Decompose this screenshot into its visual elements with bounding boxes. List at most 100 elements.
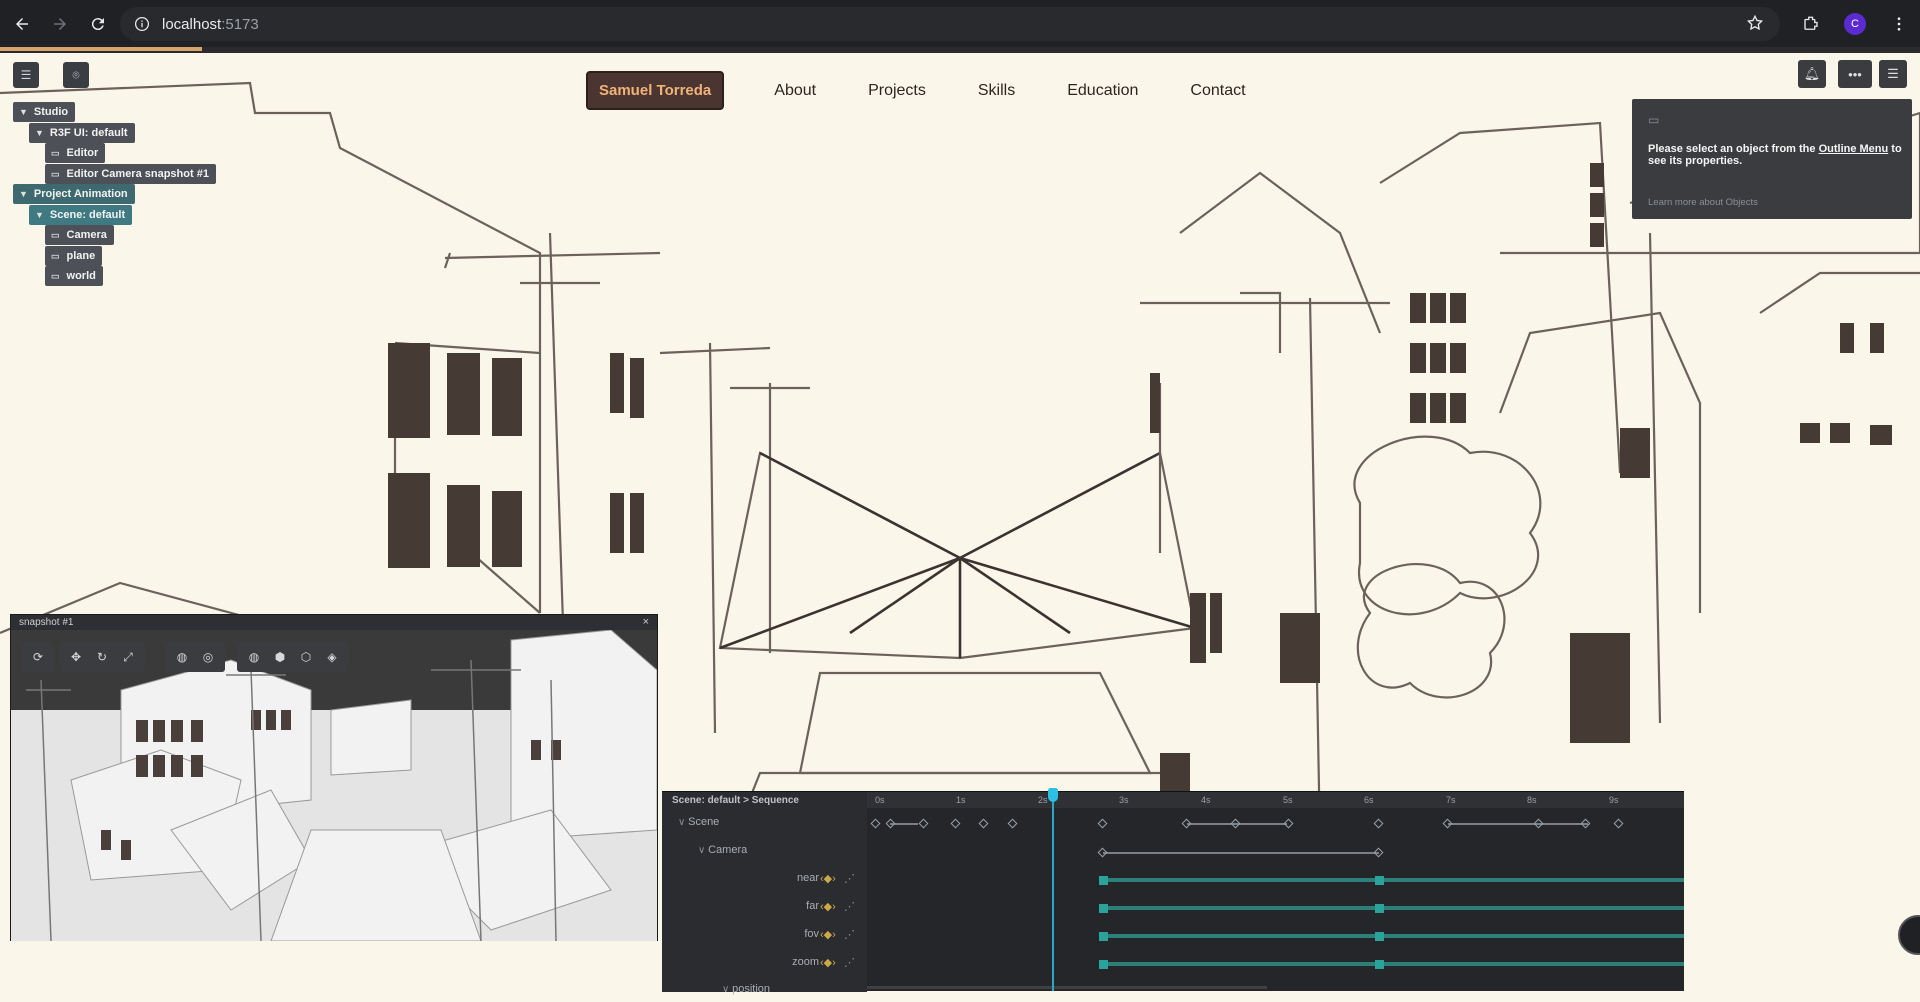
camera-snapshot-icon[interactable]: ⌾ xyxy=(63,62,89,88)
near-keyframe[interactable] xyxy=(1099,876,1108,885)
keyframe-nav-icon[interactable]: ‹◆› xyxy=(820,900,836,913)
outline-menu-link[interactable]: Outline Menu xyxy=(1819,143,1889,155)
nav-education[interactable]: Education xyxy=(1067,82,1138,100)
nav-about[interactable]: About xyxy=(774,82,816,100)
nav-projects[interactable]: Projects xyxy=(868,82,926,100)
kebab-menu-icon[interactable] xyxy=(1886,11,1912,37)
camera-keyframe[interactable] xyxy=(1373,847,1384,858)
back-icon[interactable] xyxy=(10,12,34,36)
chevron-down-icon: ∨ xyxy=(698,845,709,856)
playhead-line[interactable] xyxy=(1052,791,1054,991)
outline-item-plane[interactable]: ▭ plane xyxy=(45,246,103,266)
fov-keyframe[interactable] xyxy=(1375,932,1384,941)
world-space-icon[interactable]: ◍ xyxy=(169,644,195,670)
scene-segment[interactable] xyxy=(1448,823,1588,825)
bookmark-star-icon[interactable] xyxy=(1746,14,1764,37)
nav-skills[interactable]: Skills xyxy=(978,82,1015,100)
graph-editor-icon[interactable]: ⋰ xyxy=(844,956,855,969)
zoom-keyframe[interactable] xyxy=(1099,960,1108,969)
move-icon[interactable]: ✥ xyxy=(63,644,89,670)
zoom-keyframe[interactable] xyxy=(1375,960,1384,969)
track-camera[interactable]: ∨ Camera xyxy=(698,844,747,856)
outline-toggle-icon[interactable]: ☰ xyxy=(13,62,39,88)
scale-icon[interactable]: ⤢ xyxy=(115,644,141,670)
close-icon[interactable]: × xyxy=(643,615,649,630)
track-fov[interactable]: fov xyxy=(804,928,819,940)
forward-icon[interactable] xyxy=(48,12,72,36)
url-text: localhost:5173 xyxy=(162,16,259,33)
scene-keyframe[interactable] xyxy=(1613,818,1624,829)
camera-keyframe[interactable] xyxy=(1097,847,1108,858)
render-cube-icon[interactable]: ◈ xyxy=(319,644,345,670)
outline-item-camera[interactable]: ▭ Camera xyxy=(45,225,114,245)
track-position[interactable]: ∨ position xyxy=(722,983,770,995)
scene-keyframe[interactable] xyxy=(1097,818,1108,829)
globe-shading-icon[interactable]: ◍ xyxy=(241,644,267,670)
reload-icon[interactable] xyxy=(86,12,110,36)
avatar-letter: C xyxy=(1844,12,1866,35)
scene-keyframe[interactable] xyxy=(978,818,989,829)
wire-cube-icon[interactable]: ⬡ xyxy=(293,644,319,670)
profile-avatar[interactable]: C xyxy=(1842,11,1868,37)
outline-item-world[interactable]: ▭ world xyxy=(45,266,103,286)
graph-editor-icon[interactable]: ⋰ xyxy=(844,872,855,885)
graph-editor-icon[interactable]: ⋰ xyxy=(844,928,855,941)
outline-item-studio[interactable]: ▼ Studio xyxy=(13,102,76,122)
near-track-bar[interactable] xyxy=(1104,878,1684,882)
scene-keyframe[interactable] xyxy=(1181,818,1192,829)
track-scene[interactable]: ∨ Scene xyxy=(678,816,719,828)
scene-keyframe[interactable] xyxy=(950,818,961,829)
ruler-tick: 5s xyxy=(1283,795,1293,805)
scene-keyframe[interactable] xyxy=(885,818,896,829)
track-zoom[interactable]: zoom xyxy=(792,956,819,968)
outline-label: Editor Camera snapshot #1 xyxy=(66,168,209,180)
near-keyframe[interactable] xyxy=(1375,876,1384,885)
more-options-icon[interactable]: ••• xyxy=(1838,60,1872,88)
scene-keyframe[interactable] xyxy=(870,818,881,829)
scene-keyframe[interactable] xyxy=(1533,818,1544,829)
track-near[interactable]: near xyxy=(797,872,819,884)
graph-editor-icon[interactable]: ⋰ xyxy=(844,900,855,913)
brand-button[interactable]: Samuel Torreda xyxy=(586,71,725,110)
outline-item-editor-camera-snapshot[interactable]: ▭ Editor Camera snapshot #1 xyxy=(45,164,216,184)
address-bar[interactable]: localhost:5173 xyxy=(120,7,1780,41)
scene-keyframe[interactable] xyxy=(1442,818,1453,829)
camera-segment[interactable] xyxy=(1103,852,1379,854)
extensions-icon[interactable] xyxy=(1798,11,1824,37)
scene-keyframe[interactable] xyxy=(918,818,929,829)
notifications-bell-icon[interactable]: 🔔︎ xyxy=(1798,60,1826,88)
outline-item-project-animation[interactable]: ▼ Project Animation xyxy=(13,184,135,204)
site-info-icon[interactable] xyxy=(132,14,152,34)
solid-cube-icon[interactable]: ⬢ xyxy=(267,644,293,670)
outline-item-editor[interactable]: ▭ Editor xyxy=(45,143,106,163)
scene-keyframe[interactable] xyxy=(1230,818,1241,829)
properties-panel-toggle-icon[interactable]: ☰ xyxy=(1879,60,1907,88)
zoom-track-bar[interactable] xyxy=(1104,962,1684,966)
keyframe-nav-icon[interactable]: ‹◆› xyxy=(820,956,836,969)
outline-item-r3f-ui[interactable]: ▼ R3F UI: default xyxy=(29,123,135,143)
playhead-handle[interactable] xyxy=(1048,788,1058,802)
rotate-icon[interactable]: ↻ xyxy=(89,644,115,670)
track-far[interactable]: far xyxy=(806,900,819,912)
fov-keyframe[interactable] xyxy=(1099,932,1108,941)
far-keyframe[interactable] xyxy=(1375,904,1384,913)
local-space-icon[interactable]: ◎ xyxy=(195,644,221,670)
scene-keyframe[interactable] xyxy=(1580,818,1591,829)
scene-keyframe[interactable] xyxy=(1373,818,1384,829)
snapshot-viewport[interactable]: ⟳ ✥ ↻ ⤢ ◍ ◎ ◍ ⬢ ⬡ ◈ xyxy=(11,630,657,941)
horizontal-scrollbar[interactable] xyxy=(867,986,1267,989)
far-track-bar[interactable] xyxy=(1104,906,1684,910)
learn-more-link[interactable]: Learn more about Objects xyxy=(1648,197,1758,208)
scene-keyframe[interactable] xyxy=(1283,818,1294,829)
keyframe-nav-icon[interactable]: ‹◆› xyxy=(820,872,836,885)
orbit-icon[interactable]: ⟳ xyxy=(25,644,51,670)
snapshot-titlebar[interactable]: snapshot #1 × xyxy=(11,615,657,630)
chevron-down-icon: ∨ xyxy=(722,984,733,995)
scene-keyframe[interactable] xyxy=(1007,818,1018,829)
time-ruler[interactable]: 0s 1s 2s 3s 4s 5s 6s 7s 8s 9s xyxy=(867,792,1684,808)
keyframe-nav-icon[interactable]: ‹◆› xyxy=(820,928,836,941)
nav-contact[interactable]: Contact xyxy=(1190,82,1245,100)
outline-item-scene-default[interactable]: ▼ Scene: default xyxy=(29,205,133,225)
fov-track-bar[interactable] xyxy=(1104,934,1684,938)
far-keyframe[interactable] xyxy=(1099,904,1108,913)
